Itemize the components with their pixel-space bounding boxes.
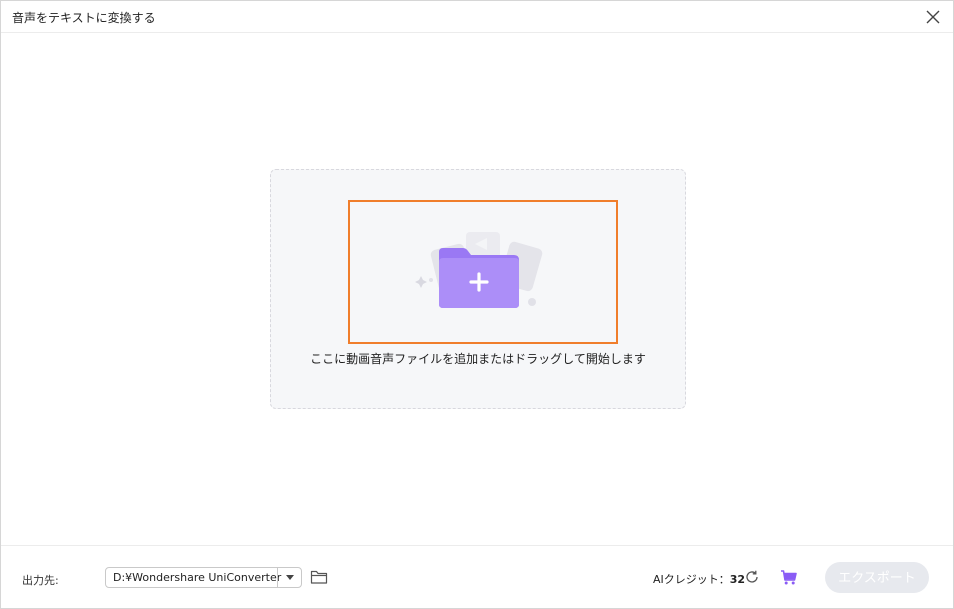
buy-credits-button[interactable]	[780, 569, 798, 586]
export-button[interactable]: エクスポート	[825, 562, 929, 593]
close-icon	[926, 10, 940, 24]
output-label: 出力先:	[22, 574, 59, 587]
window-title: 音声をテキストに変換する	[12, 11, 156, 25]
ai-credits-value: 32	[729, 573, 746, 586]
output-path-dropdown[interactable]	[277, 568, 301, 587]
add-folder-icon	[415, 232, 543, 308]
refresh-icon	[746, 570, 758, 583]
add-file-area[interactable]	[348, 200, 618, 344]
output-path-select[interactable]: D:¥Wondershare UniConverter	[105, 567, 302, 588]
refresh-credits-button[interactable]	[744, 569, 760, 585]
chevron-down-icon	[286, 575, 294, 580]
open-folder-button[interactable]	[310, 568, 328, 586]
output-path-value: D:¥Wondershare UniConverter	[113, 571, 282, 584]
app-window: 音声をテキストに変換する ここに動画音声ファイルを追加またはドラッグして開始しま…	[0, 0, 954, 609]
ai-credits: AIクレジット：32	[653, 571, 745, 587]
footer-bar: 出力先: D:¥Wondershare UniConverter AIクレジット…	[1, 545, 953, 608]
ai-credits-label: AIクレジット：	[653, 573, 730, 586]
title-bar: 音声をテキストに変換する	[1, 1, 953, 33]
close-button[interactable]	[923, 7, 943, 27]
drop-instruction: ここに動画音声ファイルを追加またはドラッグして開始します	[310, 352, 646, 366]
file-drop-zone[interactable]: ここに動画音声ファイルを追加またはドラッグして開始します	[270, 169, 686, 409]
cart-icon	[781, 570, 797, 585]
folder-icon	[310, 570, 328, 584]
